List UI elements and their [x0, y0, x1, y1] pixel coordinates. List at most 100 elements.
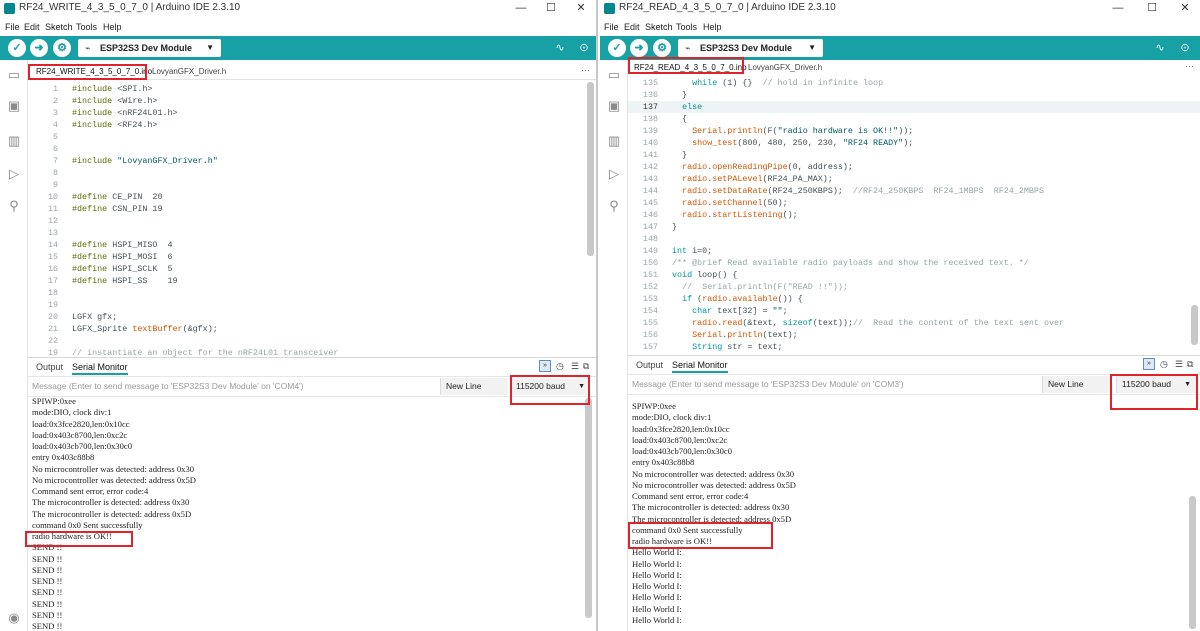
code-line[interactable]: 135 while (1) {} // hold in infinite loo…	[628, 77, 1200, 89]
code-text[interactable]: LGFX gfx;	[72, 311, 117, 323]
code-line[interactable]: 10 #define CE_PIN 20	[28, 191, 596, 203]
collapse-panel-icon[interactable]: »	[539, 360, 551, 372]
upload-icon[interactable]: ➜	[630, 39, 648, 57]
code-line[interactable]: 141 }	[628, 149, 1200, 161]
code-line[interactable]: 14 #define HSPI_MISO 4	[28, 239, 596, 251]
code-text[interactable]: radio.setDataRate(RF24_250KBPS); //RF24_…	[672, 185, 1044, 197]
board-selector[interactable]: ⌁ ESP32S3 Dev Module ▼	[678, 39, 823, 57]
line-ending-select[interactable]: New Line	[440, 378, 508, 395]
code-line[interactable]: 146 radio.startListening();	[628, 209, 1200, 221]
code-editor[interactable]: 1 #include <SPI.h> 2 #include <Wire.h> 3 #inc…	[28, 81, 596, 357]
search-icon[interactable]: ⚲	[606, 198, 622, 214]
serial-plotter-icon[interactable]: ∿	[1153, 39, 1167, 57]
console-scrollbar[interactable]	[585, 398, 592, 618]
message-input[interactable]: Message (Enter to send message to 'ESP32…	[32, 381, 304, 391]
code-text[interactable]: #define HSPI_SS 19	[72, 275, 178, 287]
code-line[interactable]: 143 radio.setPALevel(RF24_PA_MAX);	[628, 173, 1200, 185]
code-text[interactable]: String str = text;	[672, 341, 782, 352]
code-line[interactable]: 144 radio.setDataRate(RF24_250KBPS); //R…	[628, 185, 1200, 197]
code-line[interactable]: 15 #define HSPI_MOSI 6	[28, 251, 596, 263]
tab-serial-monitor[interactable]: Serial Monitor	[672, 360, 728, 373]
folder-icon[interactable]: ▭	[6, 67, 22, 83]
debug-icon[interactable]: ⚙	[653, 39, 671, 57]
line-ending-select[interactable]: New Line	[1042, 376, 1112, 393]
code-line[interactable]: 17 #define HSPI_SS 19	[28, 275, 596, 287]
code-text[interactable]: radio.setPALevel(RF24_PA_MAX);	[672, 173, 833, 185]
code-text[interactable]: #include <Wire.h>	[72, 95, 157, 107]
code-line[interactable]: 2 #include <Wire.h>	[28, 95, 596, 107]
code-text[interactable]: #include "LovyanGFX_Driver.h"	[72, 155, 218, 167]
menu-tools[interactable]: Tools	[76, 22, 97, 32]
code-text[interactable]: #include <nRF24L01.h>	[72, 107, 178, 119]
code-text[interactable]: #include <RF24.h>	[72, 119, 157, 131]
upload-icon[interactable]: ➜	[30, 39, 48, 57]
code-line[interactable]: 13	[28, 227, 596, 239]
code-line[interactable]: 148	[628, 233, 1200, 245]
clear-output-icon[interactable]: ⧉	[583, 361, 589, 372]
more-tabs-icon[interactable]: ···	[1185, 61, 1194, 71]
code-line[interactable]: 19	[28, 299, 596, 311]
minimize-button[interactable]: —	[1103, 0, 1133, 18]
autoscroll-icon[interactable]: ◷	[1160, 359, 1168, 370]
code-text[interactable]: radio.read(&text, sizeof(text));// Read …	[672, 317, 1064, 329]
code-text[interactable]: void loop() {	[672, 269, 737, 281]
code-text[interactable]: // instantiate an object for the nRF24L0…	[72, 347, 338, 357]
tab-lovyangfx-driver[interactable]: LovyanGFX_Driver.h	[152, 67, 226, 76]
search-icon[interactable]: ⚲	[6, 198, 22, 214]
menu-file[interactable]: File	[5, 22, 20, 32]
code-editor[interactable]: 135 while (1) {} // hold in infinite loo…	[628, 75, 1200, 352]
verify-icon[interactable]: ✓	[8, 39, 26, 57]
verify-icon[interactable]: ✓	[608, 39, 626, 57]
tab-serial-monitor[interactable]: Serial Monitor	[72, 362, 128, 375]
code-text[interactable]: #define HSPI_SCLK 5	[72, 263, 173, 275]
board-manager-icon[interactable]: ▣	[606, 98, 622, 114]
code-text[interactable]: #define CSN_PIN 19	[72, 203, 162, 215]
code-line[interactable]: 152 // Serial.println(F("READ !!"));	[628, 281, 1200, 293]
menu-sketch[interactable]: Sketch	[645, 22, 673, 32]
menu-tools[interactable]: Tools	[676, 22, 697, 32]
collapse-panel-icon[interactable]: »	[1143, 358, 1155, 370]
code-line[interactable]: 12	[28, 215, 596, 227]
code-line[interactable]: 1 #include <SPI.h>	[28, 83, 596, 95]
code-line[interactable]: 136 }	[628, 89, 1200, 101]
code-text[interactable]: }	[672, 221, 677, 233]
code-line[interactable]: 155 radio.read(&text, sizeof(text));// R…	[628, 317, 1200, 329]
code-text[interactable]: // Serial.println(F("READ !!"));	[672, 281, 848, 293]
code-line[interactable]: 11 #define CSN_PIN 19	[28, 203, 596, 215]
timestamp-icon[interactable]: ☰	[571, 361, 579, 372]
maximize-button[interactable]: ☐	[536, 0, 566, 18]
code-line[interactable]: 137 else	[628, 101, 1200, 113]
code-text[interactable]: radio.startListening();	[672, 209, 798, 221]
message-input[interactable]: Message (Enter to send message to 'ESP32…	[632, 379, 904, 389]
code-line[interactable]: 19 // instantiate an object for the nRF24…	[28, 347, 596, 357]
code-line[interactable]: 149 int i=0;	[628, 245, 1200, 257]
code-line[interactable]: 147}	[628, 221, 1200, 233]
editor-scrollbar[interactable]	[1191, 305, 1198, 345]
debug-sidebar-icon[interactable]: ▷	[606, 166, 622, 182]
menu-edit[interactable]: Edit	[624, 22, 640, 32]
tab-lovyangfx-driver[interactable]: LovyanGFX_Driver.h	[748, 63, 822, 72]
autoscroll-icon[interactable]: ◷	[556, 361, 564, 372]
menu-file[interactable]: File	[604, 22, 619, 32]
code-line[interactable]: 150 /** @brief Read available radio paylo…	[628, 257, 1200, 269]
code-line[interactable]: 140 show_test(800, 480, 250, 230, "RF24 …	[628, 137, 1200, 149]
code-line[interactable]: 4 #include <RF24.h>	[28, 119, 596, 131]
code-line[interactable]: 5	[28, 131, 596, 143]
code-line[interactable]: 153 if (radio.available()) {	[628, 293, 1200, 305]
code-line[interactable]: 145 radio.setChannel(50);	[628, 197, 1200, 209]
code-text[interactable]: int i=0;	[672, 245, 712, 257]
serial-monitor-icon[interactable]: ⊙	[577, 39, 591, 57]
code-text[interactable]: Serial.println(text);	[672, 329, 798, 341]
account-icon[interactable]: ◉	[6, 610, 22, 626]
tab-output[interactable]: Output	[636, 360, 663, 370]
board-selector[interactable]: ⌁ ESP32S3 Dev Module ▼	[78, 39, 221, 57]
console-scrollbar[interactable]	[1189, 496, 1196, 629]
close-button[interactable]: ✕	[1170, 0, 1200, 18]
code-text[interactable]: if (radio.available()) {	[672, 293, 803, 305]
maximize-button[interactable]: ☐	[1137, 0, 1167, 18]
code-text[interactable]: }	[672, 149, 687, 161]
code-line[interactable]: 7 #include "LovyanGFX_Driver.h"	[28, 155, 596, 167]
code-text[interactable]: radio.setChannel(50);	[672, 197, 788, 209]
menu-sketch[interactable]: Sketch	[45, 22, 73, 32]
menu-help[interactable]: Help	[703, 22, 722, 32]
